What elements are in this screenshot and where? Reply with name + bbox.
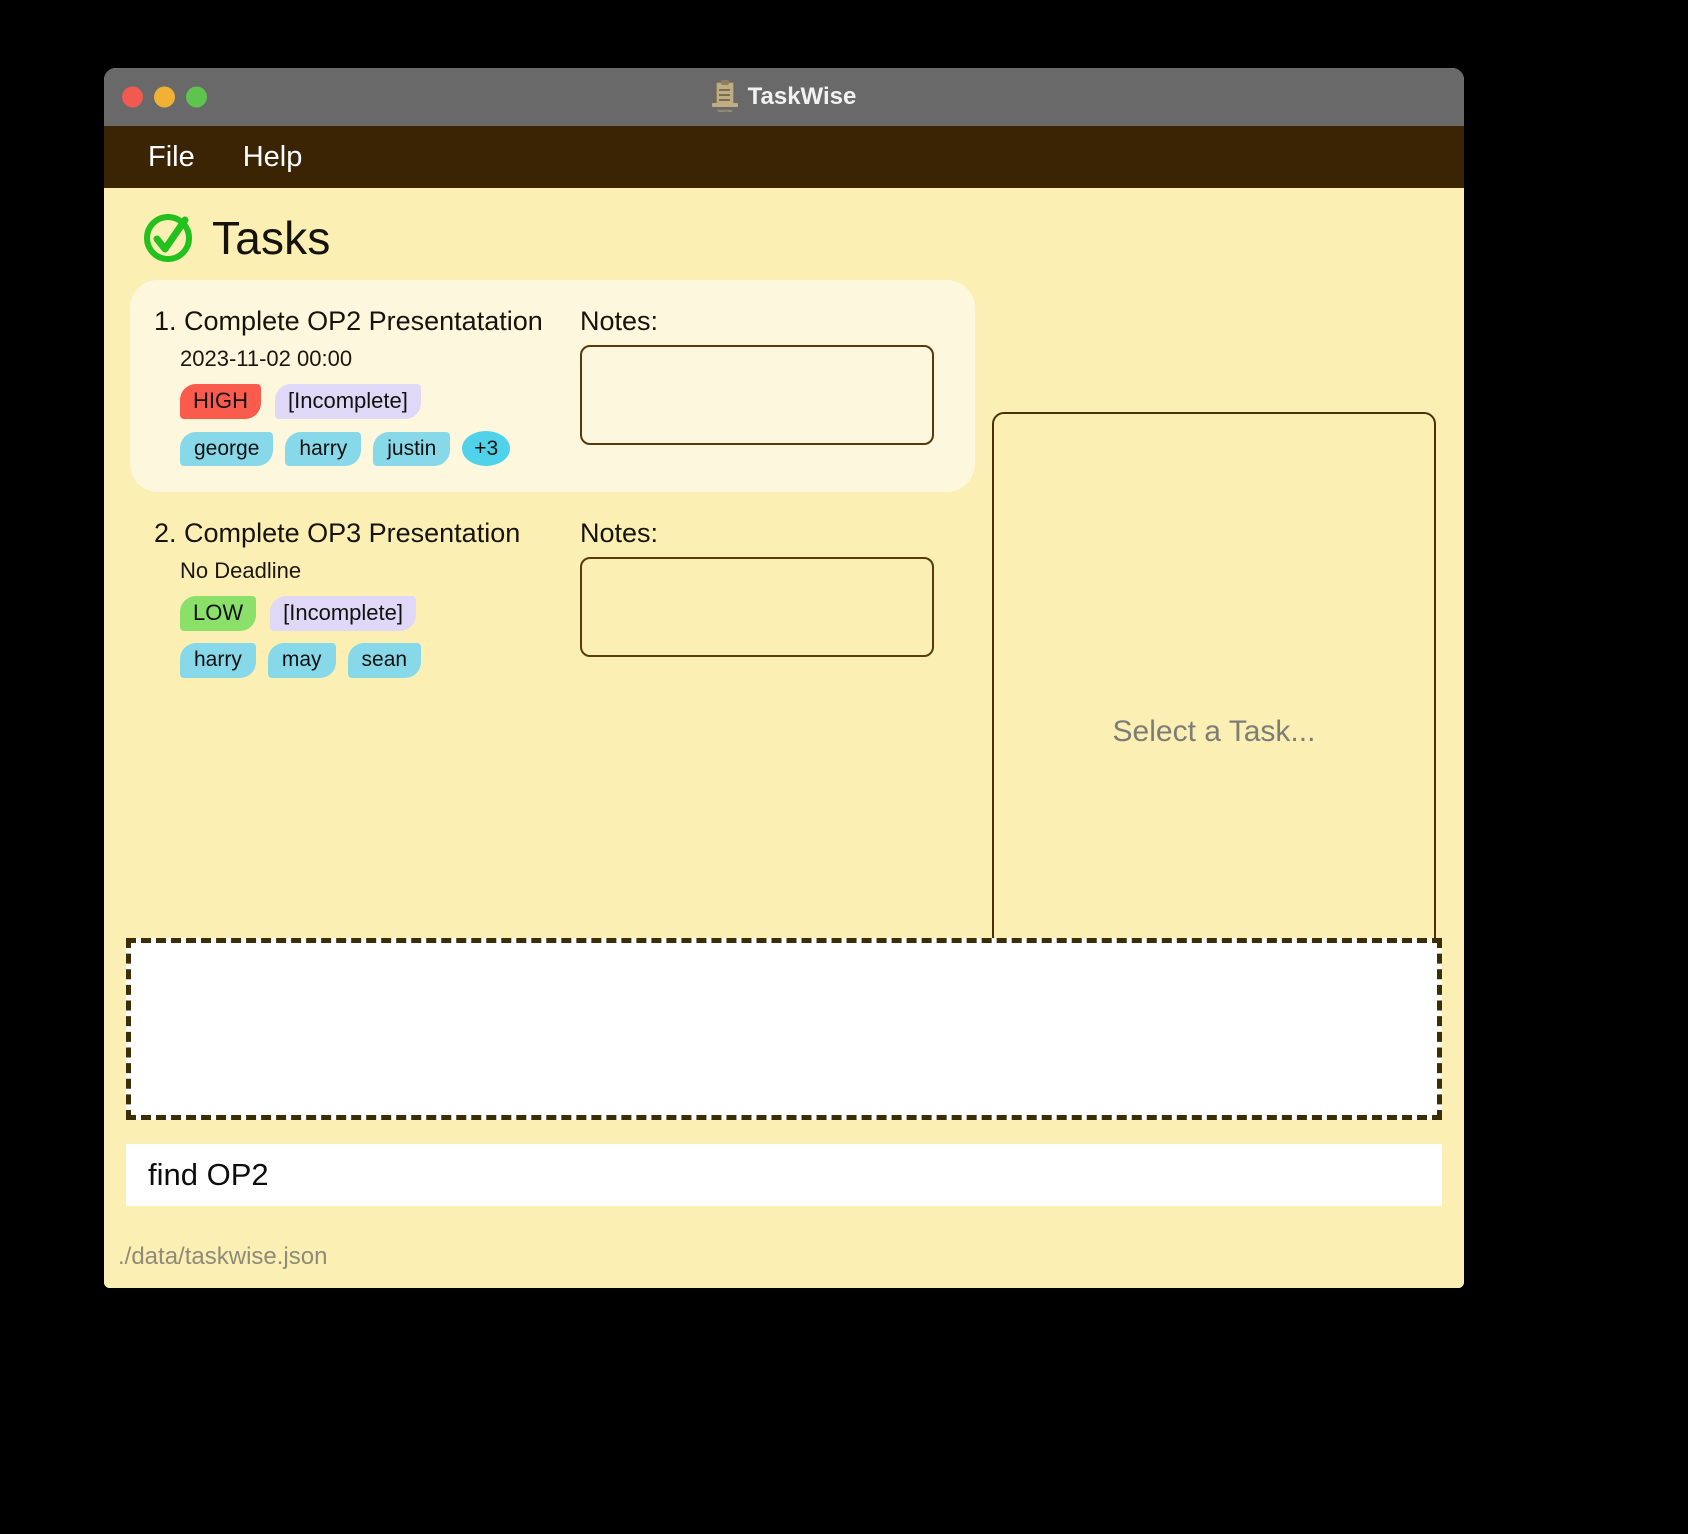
window-title: TaskWise (747, 83, 857, 110)
minimize-button[interactable] (154, 86, 175, 108)
status-badge: [Incomplete] (270, 596, 416, 632)
title-bar-center: TaskWise TaskWise (711, 80, 857, 113)
notes-input[interactable] (580, 345, 934, 445)
task-deadline: 2023-11-02 00:00 (180, 346, 353, 371)
status-bar-path: ./data/taskwise.json (118, 1243, 328, 1270)
menu-item-file[interactable]: File (138, 139, 205, 176)
page-header: Tasks (104, 188, 1464, 266)
task-row[interactable]: 2. Complete OP3 Presentation No Deadline… (130, 492, 975, 703)
assignee-chip: may (267, 643, 336, 678)
assignee-chip: harry (180, 643, 256, 678)
assignee-chip: george (180, 431, 274, 466)
menu-bar: File Help (104, 126, 1464, 188)
status-badge: [Incomplete] (275, 384, 421, 420)
window-controls[interactable] (122, 86, 207, 108)
app-window: TaskWise TaskWise File Help Tasks 1. Com… (104, 68, 1464, 1288)
task-list: 1. Complete OP2 Presentatation 2023-11-0… (130, 280, 975, 704)
output-console (126, 938, 1442, 1120)
assignee-chip: sean (347, 643, 422, 678)
detail-placeholder-text: Select a Task... (1112, 715, 1316, 748)
notes-input[interactable] (580, 557, 934, 658)
task-summary: 2. Complete OP3 Presentation No Deadline… (130, 518, 570, 678)
task-notes: Notes: (570, 518, 934, 662)
zoom-button[interactable] (186, 86, 207, 108)
task-title-text: Complete OP2 Presentatation (184, 306, 543, 336)
close-button[interactable] (122, 86, 143, 108)
icon-caption: TaskWise (716, 108, 733, 113)
assignee-chip: harry (285, 431, 362, 466)
notes-label: Notes: (580, 306, 659, 336)
task-index: 2. (154, 518, 177, 549)
task-notes: Notes: (570, 306, 934, 450)
task-title: 2. Complete OP3 Presentation (154, 518, 570, 549)
task-assignees: harry may sean (154, 643, 570, 678)
status-bar: ./data/taskwise.json (104, 1226, 1464, 1288)
task-row[interactable]: 1. Complete OP2 Presentatation 2023-11-0… (130, 280, 975, 493)
task-badges: LOW [Incomplete] (154, 596, 570, 632)
task-index: 1. (154, 306, 177, 336)
check-circle-icon (140, 210, 196, 266)
command-input[interactable] (126, 1144, 1442, 1206)
task-assignees: george harry justin +3 (154, 431, 570, 467)
assignee-chip: justin (373, 431, 451, 466)
notes-label: Notes: (580, 518, 659, 549)
priority-badge: LOW (180, 596, 257, 632)
task-badges: HIGH [Incomplete] (154, 384, 570, 420)
menu-item-help[interactable]: Help (233, 139, 313, 176)
clipboard-icon: TaskWise (711, 80, 738, 113)
task-title-text: Complete OP3 Presentation (184, 518, 521, 549)
main-content: Tasks 1. Complete OP2 Presentatation 202… (104, 188, 1464, 1288)
task-summary: 1. Complete OP2 Presentatation 2023-11-0… (130, 306, 570, 467)
priority-badge: HIGH (180, 384, 261, 420)
page-title: Tasks (212, 212, 331, 264)
task-deadline: No Deadline (180, 558, 302, 584)
title-bar: TaskWise TaskWise (104, 68, 1464, 126)
task-title: 1. Complete OP2 Presentatation (154, 306, 570, 337)
assignee-overflow-chip: +3 (462, 431, 511, 467)
